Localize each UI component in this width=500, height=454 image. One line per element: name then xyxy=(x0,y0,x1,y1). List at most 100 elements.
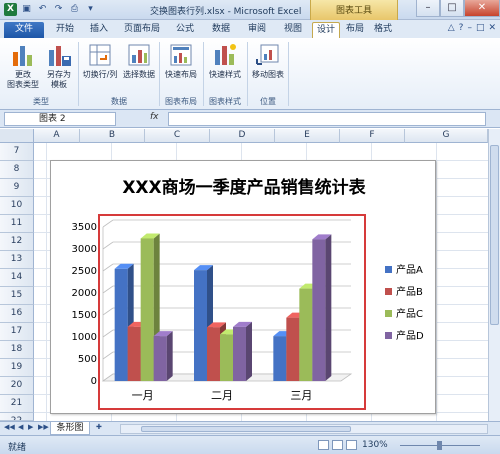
legend-label: 产品D xyxy=(396,329,424,342)
name-box[interactable]: 图表 2 xyxy=(4,112,116,126)
row-header[interactable]: 21 xyxy=(0,395,34,413)
tab-file[interactable]: 文件 xyxy=(4,22,44,38)
group-label-type: 类型 xyxy=(33,97,49,106)
y-tick-label: 500 xyxy=(78,354,97,365)
bar xyxy=(127,326,141,381)
tab-insert[interactable]: 插入 xyxy=(84,22,114,38)
tab-review[interactable]: 审阅 xyxy=(242,22,272,38)
move-chart-button[interactable]: 移动图表 xyxy=(250,42,286,80)
group-label-chart-styles: 图表样式 xyxy=(209,97,241,106)
tab-format[interactable]: 格式 xyxy=(370,22,396,38)
prev-sheet-icon[interactable]: ◀ xyxy=(18,423,23,431)
tab-home[interactable]: 开始 xyxy=(50,22,80,38)
column-header-b[interactable]: B xyxy=(80,129,145,143)
tab-view[interactable]: 视图 xyxy=(278,22,308,38)
y-tick-label: 2500 xyxy=(72,266,97,277)
doc-restore-icon[interactable]: □ xyxy=(476,23,485,33)
tab-formulas[interactable]: 公式 xyxy=(170,22,200,38)
quick-styles-button[interactable]: 快速样式 xyxy=(205,42,245,80)
insert-function-icon[interactable]: fx xyxy=(150,112,159,122)
row-header[interactable]: 12 xyxy=(0,233,34,251)
row-header[interactable]: 19 xyxy=(0,359,34,377)
formula-input[interactable] xyxy=(168,112,486,126)
zoom-level[interactable]: 130% xyxy=(362,440,388,450)
group-separator xyxy=(288,42,289,106)
last-sheet-icon[interactable]: ▶▶ xyxy=(38,423,49,431)
switch-row-column-button[interactable]: 切换行/列 xyxy=(80,42,120,80)
vertical-scroll-thumb[interactable] xyxy=(490,145,499,325)
insert-sheet-icon[interactable]: ✚ xyxy=(96,423,102,431)
save-as-template-button[interactable]: 另存为 模板 xyxy=(42,42,76,90)
select-data-button[interactable]: 选择数据 xyxy=(121,42,157,80)
customize-qat-icon[interactable]: ▾ xyxy=(84,3,97,16)
row-header[interactable]: 10 xyxy=(0,197,34,215)
save-icon[interactable]: ▣ xyxy=(20,3,33,16)
first-sheet-icon[interactable]: ◀◀ xyxy=(4,423,15,431)
change-chart-type-icon xyxy=(10,42,36,68)
doc-minimize-icon[interactable]: – xyxy=(467,23,472,33)
row-header[interactable]: 8 xyxy=(0,161,34,179)
row-header[interactable]: 16 xyxy=(0,305,34,323)
bar xyxy=(299,288,313,381)
legend-label: 产品A xyxy=(396,263,423,276)
help-icon[interactable]: ? xyxy=(459,23,464,33)
maximize-button[interactable]: □ xyxy=(440,0,464,17)
row-header[interactable]: 20 xyxy=(0,377,34,395)
column-header-f[interactable]: F xyxy=(340,129,405,143)
quick-layout-button[interactable]: 快速布局 xyxy=(162,42,200,80)
zoom-slider-thumb[interactable] xyxy=(437,441,442,450)
formula-bar: 图表 2 fx xyxy=(0,110,500,128)
row-header[interactable]: 18 xyxy=(0,341,34,359)
row-header[interactable]: 7 xyxy=(0,143,34,161)
tab-data[interactable]: 数据 xyxy=(206,22,236,38)
row-header[interactable]: 17 xyxy=(0,323,34,341)
y-tick-label: 0 xyxy=(91,376,97,387)
tab-design[interactable]: 设计 xyxy=(312,22,340,38)
select-all-corner[interactable] xyxy=(0,129,34,143)
print-preview-icon[interactable]: ⎙ xyxy=(68,3,81,16)
tab-page-layout[interactable]: 页面布局 xyxy=(120,22,164,38)
vertical-scrollbar[interactable] xyxy=(488,129,500,421)
next-sheet-icon[interactable]: ▶ xyxy=(28,423,33,431)
column-header-a[interactable]: A xyxy=(34,129,80,143)
redo-icon[interactable]: ↷ xyxy=(52,3,65,16)
row-header[interactable]: 13 xyxy=(0,251,34,269)
column-header-d[interactable]: D xyxy=(210,129,275,143)
title-bar: X ▣ ↶ ↷ ⎙ ▾ 图表工具 交换图表行列.xlsx - Microsoft… xyxy=(0,0,500,20)
gridline xyxy=(102,329,114,338)
gridline xyxy=(102,307,114,316)
doc-close-icon[interactable]: ✕ xyxy=(488,23,496,33)
close-button[interactable]: ✕ xyxy=(464,0,500,17)
column-header-e[interactable]: E xyxy=(275,129,340,143)
change-chart-type-button[interactable]: 更改 图表类型 xyxy=(6,42,40,90)
minimize-button[interactable]: – xyxy=(416,0,440,17)
quick-styles-icon xyxy=(212,42,238,68)
x-category-label: 一月 xyxy=(132,389,154,402)
ribbon-tabs: 文件 开始 插入 页面布局 公式 数据 审阅 视图 设计 布局 格式 △ ? –… xyxy=(0,20,500,38)
column-header-c[interactable]: C xyxy=(145,129,210,143)
tab-layout[interactable]: 布局 xyxy=(342,22,368,38)
horizontal-scrollbar[interactable] xyxy=(120,424,488,434)
sheet-tab-bar-chart[interactable]: 条形图 xyxy=(50,422,90,435)
row-header[interactable]: 14 xyxy=(0,269,34,287)
x-category-label: 三月 xyxy=(290,389,312,402)
normal-view-icon[interactable] xyxy=(318,440,329,450)
page-layout-view-icon[interactable] xyxy=(332,440,343,450)
save-template-icon xyxy=(46,42,72,68)
bar xyxy=(220,334,233,381)
chart-object[interactable]: XXX商场一季度产品销售统计表 0 500 1000 1500 2000 2500 3000… xyxy=(50,160,436,414)
excel-logo-icon[interactable]: X xyxy=(4,3,17,16)
row-header[interactable]: 11 xyxy=(0,215,34,233)
row-header[interactable]: 22 xyxy=(0,413,34,421)
undo-icon[interactable]: ↶ xyxy=(36,3,49,16)
bar xyxy=(233,326,246,381)
column-header-g[interactable]: G xyxy=(405,129,488,143)
row-header[interactable]: 9 xyxy=(0,179,34,197)
collapse-ribbon-icon[interactable]: △ xyxy=(448,23,455,33)
horizontal-scroll-thumb[interactable] xyxy=(141,426,351,432)
gridline xyxy=(102,285,114,294)
status-ready: 就绪 xyxy=(8,443,27,453)
bar-side xyxy=(166,331,173,381)
page-break-view-icon[interactable] xyxy=(346,440,357,450)
row-header[interactable]: 15 xyxy=(0,287,34,305)
